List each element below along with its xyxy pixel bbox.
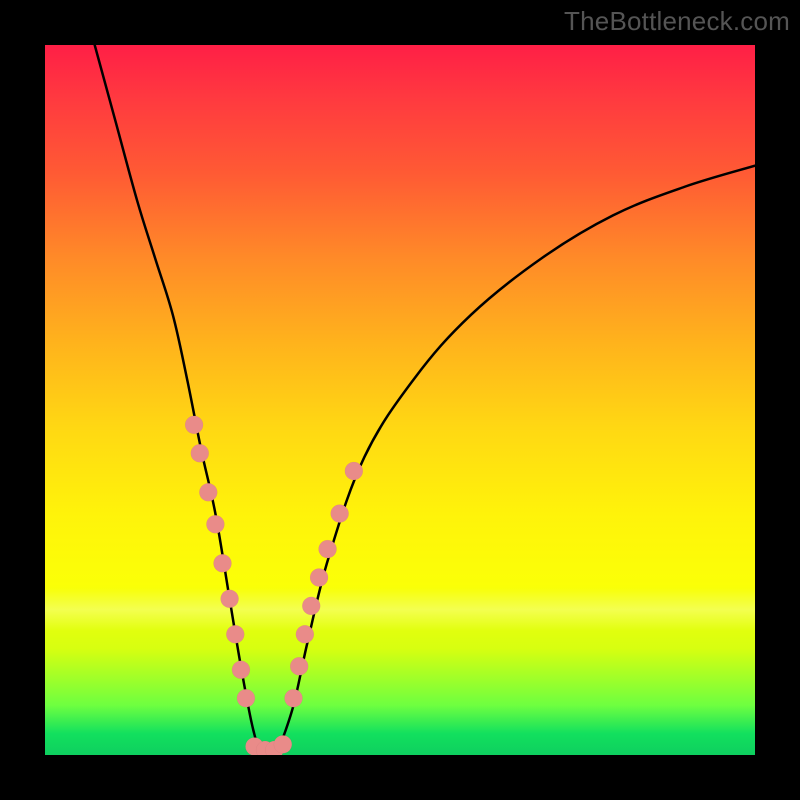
bead-right	[331, 505, 349, 523]
bead-left	[232, 661, 250, 679]
bead-right	[290, 657, 308, 675]
bead-left	[185, 416, 203, 434]
curve-right-branch	[279, 166, 755, 748]
bead-right	[302, 597, 320, 615]
watermark: TheBottleneck.com	[564, 6, 790, 37]
bead-right	[345, 462, 363, 480]
chart-svg	[45, 45, 755, 755]
plot-area	[45, 45, 755, 755]
bead-left	[191, 444, 209, 462]
bead-right	[310, 569, 328, 587]
bead-left	[226, 625, 244, 643]
bead-left	[214, 554, 232, 572]
bead-right	[285, 689, 303, 707]
frame: TheBottleneck.com	[0, 0, 800, 800]
bead-cluster	[185, 416, 363, 755]
bead-right	[296, 625, 314, 643]
bead-right	[319, 540, 337, 558]
bead-left	[237, 689, 255, 707]
bead-left	[221, 590, 239, 608]
bead-left	[206, 515, 224, 533]
bead-left	[199, 483, 217, 501]
bead-valley	[274, 735, 292, 753]
